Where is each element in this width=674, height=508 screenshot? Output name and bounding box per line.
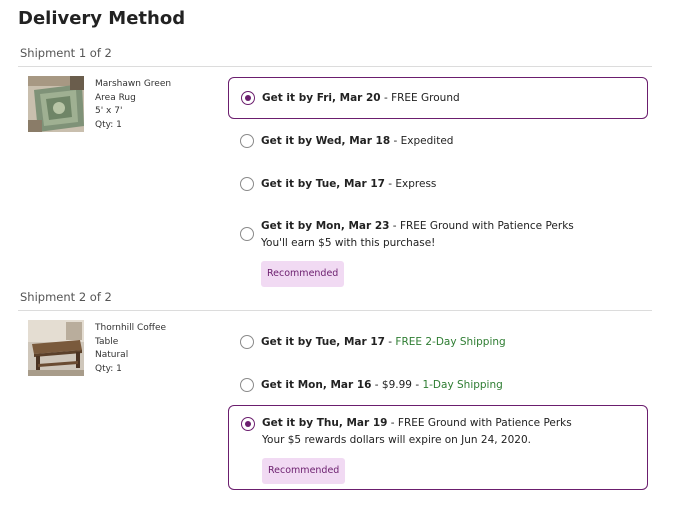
shipment-2-divider (18, 310, 652, 311)
product-name: Thornhill Coffee (95, 323, 167, 333)
delivery-method: 1-Day Shipping (422, 379, 503, 391)
delivery-option[interactable]: Get it by Tue, Mar 17 - Express (228, 173, 648, 195)
product-finish: Natural (95, 350, 129, 360)
delivery-date: Get it Mon, Mar 16 (261, 379, 372, 391)
shipment-1-divider (18, 66, 652, 67)
coffee-table-thumbnail (28, 320, 84, 376)
delivery-method: FREE 2-Day Shipping (395, 336, 506, 348)
radio-selected-icon[interactable] (241, 91, 255, 105)
delivery-option[interactable]: Get it by Tue, Mar 17 - FREE 2-Day Shipp… (228, 331, 648, 353)
radio-icon[interactable] (240, 378, 254, 392)
shipment-2-product-info: Thornhill Coffee Table Natural Qty: 1 (95, 322, 166, 376)
delivery-date: Get it by Mon, Mar 23 (261, 220, 390, 232)
radio-selected-icon[interactable] (241, 417, 255, 431)
radio-icon[interactable] (240, 134, 254, 148)
shipment-2-label: Shipment 2 of 2 (20, 290, 112, 304)
area-rug-thumbnail (28, 76, 84, 132)
delivery-method: FREE Ground with Patience Perks (397, 417, 572, 429)
radio-icon[interactable] (240, 177, 254, 191)
product-qty: Qty: 1 (95, 119, 122, 130)
radio-icon[interactable] (240, 335, 254, 349)
delivery-option[interactable]: Get it by Thu, Mar 19 - FREE Ground with… (228, 405, 648, 490)
delivery-date: Get it by Thu, Mar 19 (262, 417, 388, 429)
delivery-method: Expedited (400, 135, 454, 147)
delivery-date: Get it by Fri, Mar 20 (262, 92, 381, 104)
delivery-note: You'll earn $5 with this purchase! (261, 237, 436, 249)
delivery-option[interactable]: Get it Mon, Mar 16 - $9.99 - 1-Day Shipp… (228, 374, 648, 396)
delivery-date: Get it by Tue, Mar 17 (261, 336, 385, 348)
shipment-1-label: Shipment 1 of 2 (20, 46, 112, 60)
radio-icon[interactable] (240, 227, 254, 241)
product-name: Marshawn Green (95, 79, 172, 89)
product-size: 5' x 7' (95, 106, 123, 116)
delivery-note: Your $5 rewards dollars will expire on J… (262, 434, 531, 446)
page-title: Delivery Method (18, 8, 186, 29)
delivery-option[interactable]: Get it by Fri, Mar 20 - FREE Ground (228, 77, 648, 119)
product-qty: Qty: 1 (95, 363, 122, 374)
delivery-option[interactable]: Get it by Wed, Mar 18 - Expedited (228, 130, 648, 152)
delivery-method: FREE Ground with Patience Perks (399, 220, 574, 232)
delivery-date: Get it by Wed, Mar 18 (261, 135, 391, 147)
delivery-option[interactable]: Get it by Mon, Mar 23 - FREE Ground with… (228, 213, 648, 287)
product-name: Area Rug (95, 92, 136, 103)
recommended-badge: Recommended (262, 458, 346, 484)
shipment-1-product-info: Marshawn Green Area Rug 5' x 7' Qty: 1 (95, 78, 171, 132)
delivery-method: FREE Ground (391, 92, 460, 104)
delivery-method: Express (395, 178, 437, 190)
product-name: Table (95, 336, 119, 347)
recommended-badge: Recommended (261, 261, 345, 287)
delivery-date: Get it by Tue, Mar 17 (261, 178, 385, 190)
